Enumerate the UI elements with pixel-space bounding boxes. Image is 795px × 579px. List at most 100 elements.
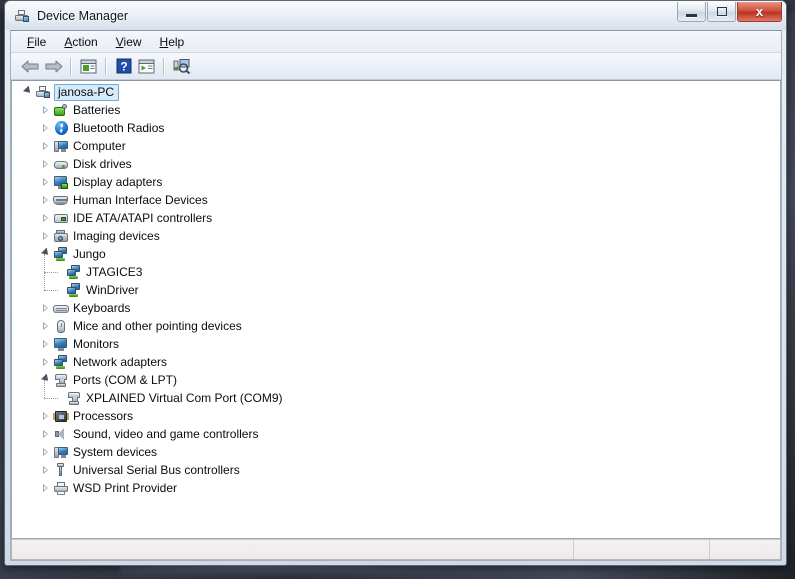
svg-text:?: ?: [120, 60, 127, 74]
tree-node-human-interface-devices[interactable]: Human Interface Devices: [18, 191, 780, 209]
expand-toggle[interactable]: [38, 137, 53, 155]
expand-toggle[interactable]: [38, 479, 53, 497]
chevron-right-icon: [43, 340, 48, 348]
tree-node-display-adapters[interactable]: Display adapters: [18, 173, 780, 191]
minimize-button[interactable]: [677, 2, 706, 22]
back-icon: [21, 60, 39, 72]
tree-node-jungo[interactable]: Jungo: [18, 245, 780, 263]
menubar: File Action View Help: [11, 31, 781, 53]
printer-icon: [53, 480, 69, 496]
tree-connector: [44, 398, 58, 399]
expand-toggle[interactable]: [38, 173, 53, 191]
caption-button-group: x: [676, 2, 782, 23]
tree-node-label: WSD Print Provider: [73, 481, 178, 495]
chevron-right-icon: [43, 142, 48, 150]
keyboard-icon: [53, 300, 69, 316]
tree-node-label: janosa-PC: [54, 83, 120, 101]
tree-node-processors[interactable]: Processors: [18, 407, 780, 425]
expand-toggle[interactable]: [38, 101, 53, 119]
back-button[interactable]: [19, 55, 42, 77]
menu-action[interactable]: Action: [55, 33, 106, 51]
expand-toggle[interactable]: [38, 353, 53, 371]
maximize-icon: [716, 7, 727, 16]
expand-toggle[interactable]: [38, 119, 53, 137]
tree-node-disk-drives[interactable]: Disk drives: [18, 155, 780, 173]
menu-view[interactable]: View: [107, 33, 151, 51]
tree-node-windriver[interactable]: WinDriver: [18, 272, 780, 299]
tree-node-batteries[interactable]: Batteries: [18, 101, 780, 119]
expand-toggle[interactable]: [38, 299, 53, 317]
tree-node-system-devices[interactable]: System devices: [18, 443, 780, 461]
tree-node-universal-serial-bus-controllers[interactable]: Universal Serial Bus controllers: [18, 461, 780, 479]
maximize-button[interactable]: [707, 2, 736, 22]
expand-toggle-root[interactable]: [20, 83, 35, 101]
disk-drive-icon: [53, 156, 69, 172]
expand-toggle-jungo[interactable]: [38, 245, 53, 263]
tree-node-label: WinDriver: [86, 283, 139, 297]
jungo-icon: [53, 246, 69, 262]
tree-node-label: Universal Serial Bus controllers: [73, 463, 240, 477]
expand-toggle[interactable]: [38, 461, 53, 479]
chevron-right-icon: [43, 196, 48, 204]
tree-node-label: Human Interface Devices: [73, 193, 208, 207]
tree-node-jtagice3[interactable]: JTAGICE3: [18, 254, 780, 281]
tree-node-label: Jungo: [73, 247, 106, 261]
tree-node-xplained-virtual-com-port[interactable]: XPLAINED Virtual Com Port (COM9): [18, 380, 780, 407]
expand-toggle[interactable]: [38, 317, 53, 335]
toolbar-separator: [163, 57, 165, 75]
help-icon: ?: [116, 58, 131, 74]
expand-toggle[interactable]: [38, 425, 53, 443]
show-hide-tree-icon: [80, 59, 97, 73]
tree-node-label: Display adapters: [73, 175, 163, 189]
device-manager-icon: [14, 8, 30, 24]
close-button[interactable]: x: [737, 2, 782, 22]
tree-node-computer[interactable]: Computer: [18, 137, 780, 155]
jungo-device-icon: [66, 264, 82, 280]
window-title: Device Manager: [37, 8, 129, 23]
expand-toggle[interactable]: [38, 407, 53, 425]
expand-toggle-ports[interactable]: [38, 371, 53, 389]
forward-button[interactable]: [42, 55, 65, 77]
expand-toggle[interactable]: [38, 227, 53, 245]
chevron-down-icon: [22, 85, 33, 96]
tree-node-imaging-devices[interactable]: Imaging devices: [18, 227, 780, 245]
help-button[interactable]: ?: [112, 55, 135, 77]
tree-node-label: Imaging devices: [73, 229, 160, 243]
tree-node-label: Ports (COM & LPT): [73, 373, 178, 387]
tree-node-label: Bluetooth Radios: [73, 121, 165, 135]
ide-controller-icon: [53, 210, 69, 226]
expand-toggle[interactable]: [38, 191, 53, 209]
chevron-down-icon: [40, 247, 51, 258]
expand-toggle[interactable]: [38, 155, 53, 173]
tree-node-root[interactable]: janosa-PC: [18, 83, 780, 101]
tree-node-keyboards[interactable]: Keyboards: [18, 299, 780, 317]
tree-node-sound-video-and-game-controllers[interactable]: Sound, video and game controllers: [18, 425, 780, 443]
expand-toggle[interactable]: [38, 209, 53, 227]
tree-connector: [44, 272, 58, 273]
tree-node-wsd-print-provider[interactable]: WSD Print Provider: [18, 479, 780, 497]
battery-icon: [53, 102, 69, 118]
show-hide-tree-button[interactable]: [77, 55, 100, 77]
scan-hardware-changes-button[interactable]: [170, 55, 193, 77]
tree-node-network-adapters[interactable]: Network adapters: [18, 353, 780, 371]
tree-node-label: Sound, video and game controllers: [73, 427, 259, 441]
expand-toggle[interactable]: [38, 443, 53, 461]
tree-node-bluetooth-radios[interactable]: Bluetooth Radios: [18, 119, 780, 137]
tree-node-monitors[interactable]: Monitors: [18, 335, 780, 353]
tree-node-ide-ata-atapi-controllers[interactable]: IDE ATA/ATAPI controllers: [18, 209, 780, 227]
tree-node-ports[interactable]: Ports (COM & LPT): [18, 371, 780, 389]
tree-node-mice-and-other-pointing-devices[interactable]: Mice and other pointing devices: [18, 317, 780, 335]
chevron-right-icon: [43, 178, 48, 186]
expand-toggle[interactable]: [38, 335, 53, 353]
properties-button[interactable]: [135, 55, 158, 77]
menu-file[interactable]: File: [18, 33, 55, 51]
statusbar: [11, 539, 781, 560]
system-device-icon: [53, 444, 69, 460]
bluetooth-icon: [53, 120, 69, 136]
device-tree-pane[interactable]: janosa-PC Batteries Bluetooth Radios Com…: [11, 80, 781, 539]
menu-help[interactable]: Help: [151, 33, 194, 51]
monitor-icon: [53, 336, 69, 352]
mouse-icon: [53, 318, 69, 334]
chevron-right-icon: [43, 322, 48, 330]
chevron-right-icon: [43, 160, 48, 168]
